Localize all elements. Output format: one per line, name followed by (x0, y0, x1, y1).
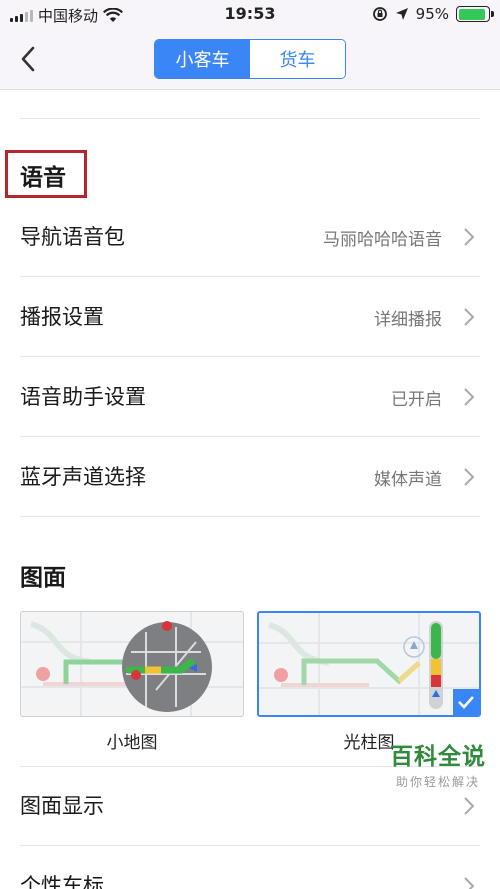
battery-icon (456, 6, 494, 22)
setting-row-car-icon[interactable]: 个性车标 (0, 846, 500, 889)
status-bar: 中国移动 19:53 95% (0, 0, 500, 30)
mini-map-preview (21, 612, 243, 716)
setting-label: 图面显示 (20, 794, 104, 818)
watermark: 百科全说 助你轻松解决 (390, 737, 486, 790)
setting-label: 个性车标 (20, 874, 104, 889)
tab-car[interactable]: 小客车 (155, 40, 250, 78)
mini-map-label: 小地图 (106, 733, 158, 753)
nav-bar: 小客车 货车 (0, 30, 500, 90)
setting-row-voice-assistant[interactable]: 语音助手设置 已开启 (0, 357, 500, 437)
setting-value: 详细播报 (374, 310, 442, 330)
light-bar-option[interactable] (257, 611, 481, 717)
back-button[interactable] (14, 44, 44, 74)
selected-check-icon (453, 689, 479, 715)
tab-truck[interactable]: 货车 (250, 40, 345, 78)
setting-row-voice-pack[interactable]: 导航语音包 马丽哈哈哈语音 (0, 197, 500, 277)
setting-value: 媒体声道 (374, 470, 442, 490)
chevron-right-icon (464, 877, 475, 889)
setting-label: 播报设置 (20, 305, 104, 329)
watermark-title: 百科全说 (390, 744, 486, 770)
display-section-title: 图面 (20, 565, 66, 591)
setting-label: 语音助手设置 (20, 385, 146, 409)
chevron-right-icon (464, 797, 475, 815)
setting-label: 蓝牙声道选择 (20, 465, 146, 489)
watermark-subtitle: 助你轻松解决 (395, 775, 480, 789)
battery-percent: 95% (415, 5, 449, 23)
chevron-right-icon (464, 468, 475, 486)
setting-row-broadcast[interactable]: 播报设置 详细播报 (0, 277, 500, 357)
vehicle-type-tabs: 小客车 货车 (154, 39, 346, 79)
setting-value: 已开启 (391, 390, 442, 410)
light-bar-preview (259, 613, 479, 715)
mini-map-option[interactable] (20, 611, 244, 717)
chevron-right-icon (464, 308, 475, 326)
setting-label: 导航语音包 (20, 225, 125, 249)
voice-section-title: 语音 (20, 165, 66, 191)
setting-row-bluetooth-channel[interactable]: 蓝牙声道选择 媒体声道 (0, 437, 500, 517)
screen: 中国移动 19:53 95% 小客车 货车 语音 导航语音包 马丽哈哈哈语音 播… (0, 0, 500, 889)
top-divider (20, 118, 480, 119)
status-right: 95% (372, 5, 494, 23)
chevron-right-icon (464, 388, 475, 406)
chevron-right-icon (464, 228, 475, 246)
setting-value: 马丽哈哈哈语音 (323, 230, 442, 250)
rotation-lock-icon (372, 7, 387, 21)
location-arrow-icon (395, 8, 408, 20)
